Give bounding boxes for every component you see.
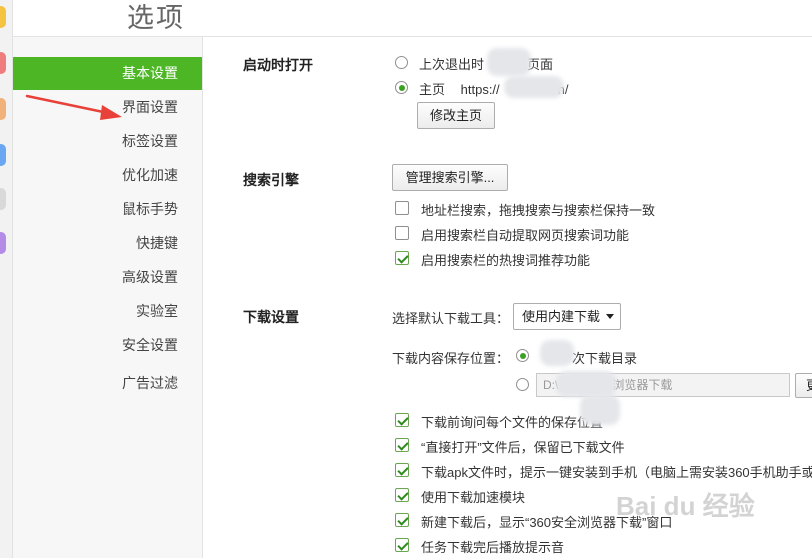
ask-save-location-label: 下载前询问每个文件的保存位置 [421, 415, 604, 430]
last-dir-radio[interactable] [516, 349, 529, 362]
redacted-blur [556, 371, 616, 397]
sidebar-item-basic[interactable]: 基本设置 [13, 57, 202, 90]
page-title: 选项 [127, 3, 185, 33]
options-header: 选项 [13, 0, 812, 37]
dock-app-icon[interactable] [0, 98, 6, 120]
startup-homepage-radio[interactable] [395, 81, 408, 94]
download-acceleration-label: 使用下载加速模块 [421, 490, 526, 505]
manage-search-engines-button[interactable]: 管理搜索引擎... [392, 164, 508, 191]
change-path-button[interactable]: 更 [795, 373, 812, 398]
download-tool-value: 使用内建下载 [522, 309, 601, 324]
keep-opened-file-label: “直接打开”文件后，保留已下载文件 [421, 440, 625, 455]
sidebar-item-lab[interactable]: 实验室 [13, 295, 202, 328]
dock-app-icon[interactable] [0, 52, 6, 74]
search-hot-words-checkbox[interactable] [395, 251, 409, 265]
dock-app-icon[interactable] [0, 188, 6, 210]
custom-dir-radio[interactable] [516, 378, 529, 391]
redacted-blur [504, 76, 564, 98]
completion-sound-label: 任务下载完后播放提示音 [421, 540, 565, 555]
dock-app-icon[interactable] [0, 6, 6, 28]
redacted-blur [580, 395, 620, 425]
baidu-jingyan-watermark: Bai du 经验 [616, 491, 755, 521]
download-tool-select[interactable]: 使用内建下载 [513, 303, 621, 330]
dock-app-icon[interactable] [0, 144, 6, 166]
search-sync-label: 地址栏搜索，拖拽搜索与搜索栏保持一致 [421, 203, 656, 218]
startup-last-session-radio[interactable] [395, 56, 408, 69]
download-acceleration-checkbox[interactable] [395, 488, 409, 502]
search-sync-checkbox[interactable] [395, 201, 409, 215]
search-section-label: 搜索引擎 [243, 172, 299, 188]
apk-install-prompt-label: 下载apk文件时，提示一键安装到手机（电脑上需安装360手机助手或 [421, 465, 812, 480]
sidebar-item-mouse-gestures[interactable]: 鼠标手势 [13, 193, 202, 226]
startup-section-label: 启动时打开 [243, 57, 313, 73]
sidebar-item-tabs[interactable]: 标签设置 [13, 125, 202, 158]
redacted-blur [487, 48, 531, 76]
dock-app-icon[interactable] [0, 232, 6, 254]
annotation-arrow-icon [25, 94, 122, 120]
search-extract-label: 启用搜索栏自动提取网页搜索词功能 [421, 228, 630, 243]
apk-install-prompt-checkbox[interactable] [395, 463, 409, 477]
chevron-down-icon [606, 314, 614, 319]
show-download-window-checkbox[interactable] [395, 513, 409, 527]
keep-opened-file-checkbox[interactable] [395, 438, 409, 452]
search-hot-words-label: 启用搜索栏的热搜词推荐功能 [421, 253, 591, 268]
download-tool-label: 选择默认下载工具： [392, 311, 510, 326]
download-section-label: 下载设置 [243, 309, 299, 325]
search-extract-checkbox[interactable] [395, 226, 409, 240]
redacted-blur [540, 340, 574, 366]
sidebar-item-shortcuts[interactable]: 快捷键 [13, 227, 202, 260]
completion-sound-checkbox[interactable] [395, 538, 409, 552]
edit-homepage-button[interactable]: 修改主页 [417, 102, 495, 129]
app-dock [0, 0, 13, 558]
ask-save-location-checkbox[interactable] [395, 413, 409, 427]
sidebar-item-advanced[interactable]: 高级设置 [13, 261, 202, 294]
sidebar-item-optimize[interactable]: 优化加速 [13, 159, 202, 192]
sidebar-item-adblock[interactable]: 广告过滤 [13, 367, 202, 400]
save-location-label: 下载内容保存位置： [392, 351, 510, 366]
sidebar-item-security[interactable]: 安全设置 [13, 329, 202, 362]
